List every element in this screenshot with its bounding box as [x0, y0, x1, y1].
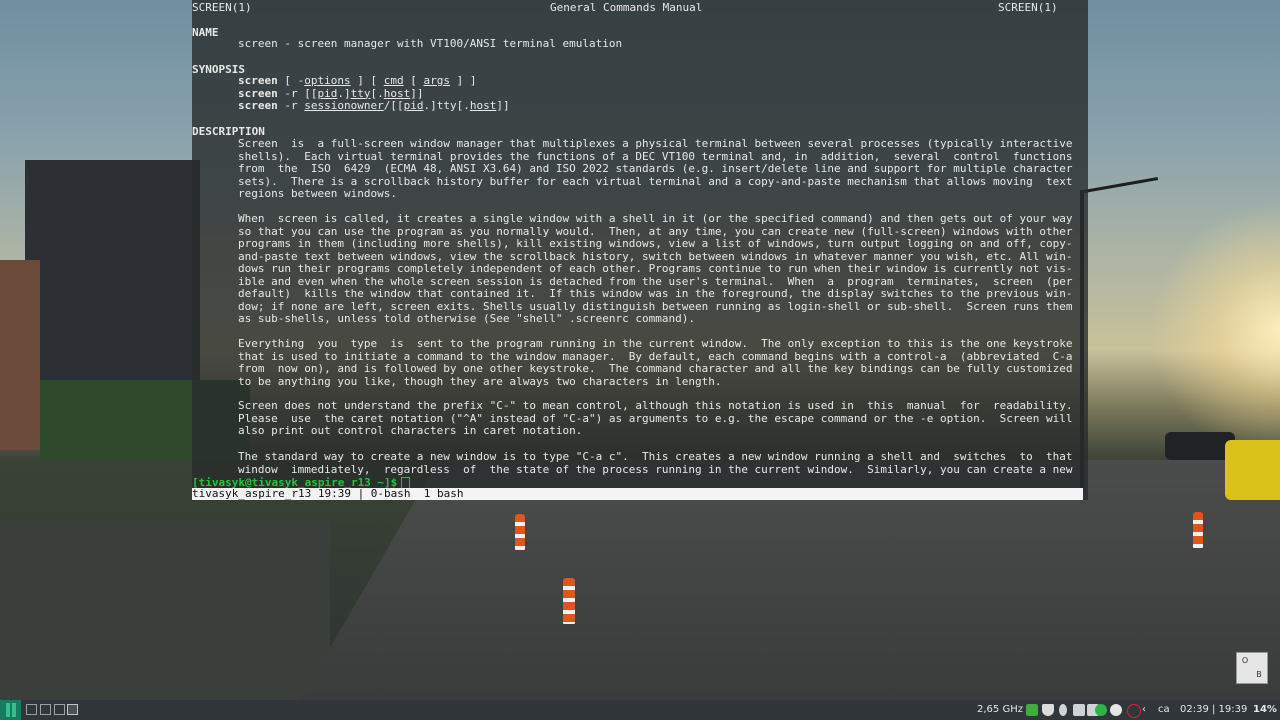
check-icon[interactable]	[1095, 704, 1107, 716]
updates-icon[interactable]	[1026, 704, 1038, 716]
description-line: When screen is called, it creates a sing…	[238, 212, 1073, 225]
description-line: from the ISO 6429 (ECMA 48, ANSI X3.64) …	[238, 162, 1073, 175]
manjaro-logo-bar	[5, 703, 10, 717]
notification-icon[interactable]	[1127, 704, 1141, 718]
synopsis-token: tty	[350, 86, 371, 100]
wallpaper-cone	[1193, 512, 1203, 548]
synopsis-token: screen	[238, 99, 278, 112]
name-heading: NAME	[192, 26, 219, 39]
wallpaper-building	[25, 160, 200, 400]
desktop-4-button[interactable]	[67, 704, 78, 715]
wallpaper-sun	[1150, 200, 1280, 460]
keyboard-layout[interactable]: ca	[1158, 700, 1170, 720]
synopsis-token: ]]	[410, 86, 424, 100]
synopsis-token: ] ]	[449, 74, 477, 87]
description-line: to be anything you like, though they are…	[238, 374, 722, 388]
synopsis-token: pid	[403, 99, 424, 112]
synopsis-token: host	[383, 86, 411, 100]
description-line: Everything you type is sent to the progr…	[238, 337, 1073, 350]
synopsis-token: cmd	[383, 74, 404, 87]
description-line: Screen does not understand the prefix "C…	[238, 399, 1073, 412]
synopsis-token: /[[	[383, 99, 404, 112]
wallpaper-truck	[1225, 440, 1280, 500]
kbd-widget-key: B	[1256, 670, 1262, 679]
clock[interactable]: 02:39 | 19:39	[1180, 700, 1247, 720]
synopsis-token: ] [	[350, 74, 384, 87]
wallpaper-cone	[515, 514, 525, 550]
synopsis-token: .]tty[.	[423, 99, 470, 112]
description-line: dows run their programs completely indep…	[238, 262, 1073, 275]
synopsis-line: screen -r sessionowner/[[pid.]tty[.host]…	[238, 99, 1058, 113]
kbd-widget-key: O	[1241, 656, 1249, 665]
description-line: programs in them (including more shells)…	[238, 237, 1073, 250]
synopsis-token: -r [[	[277, 86, 318, 100]
bluetooth-icon[interactable]	[1059, 704, 1067, 716]
description-line: The standard way to create a new window …	[238, 450, 1073, 463]
wallpaper-road-left	[0, 520, 330, 700]
description-line: from now on), and is followed by one oth…	[238, 362, 1073, 375]
synopsis-token: -r	[277, 99, 305, 112]
synopsis-token: screen	[238, 86, 278, 100]
name-line: screen - screen manager with VT100/ANSI …	[238, 37, 623, 50]
synopsis-token: screen	[238, 74, 278, 87]
wallpaper-cone	[563, 578, 575, 624]
screen-status-bar: tivasyk_aspire_r13 19:39 | 0-bash 1 bash	[192, 488, 1083, 500]
synopsis-token: pid	[317, 86, 338, 100]
description-line: window immediately, regardless of the st…	[238, 462, 1073, 476]
description-line: as sub-shells, unless told otherwise (Se…	[238, 312, 695, 325]
wallpaper-house	[0, 260, 40, 450]
keyboard-widget[interactable]: O B	[1236, 652, 1268, 684]
chevron-up-icon[interactable]: ‹	[1142, 700, 1146, 720]
volume-icon[interactable]	[1073, 704, 1085, 716]
desktop-2-button[interactable]	[40, 704, 51, 715]
man-header-left: SCREEN(1)	[192, 1, 252, 14]
synopsis-token: ]]	[496, 99, 510, 112]
synopsis-token: options	[304, 74, 351, 87]
application-menu-button[interactable]	[0, 700, 21, 720]
synopsis-token: [	[403, 74, 424, 87]
description-line: Screen is a full-screen window manager t…	[238, 137, 1073, 150]
description-line: also print out control characters in car…	[238, 424, 583, 437]
terminal-window[interactable]: SCREEN(1) General Commands Manual SCREEN…	[192, 0, 1088, 500]
synopsis-token: [ -	[277, 74, 305, 87]
desktop-3-button[interactable]	[54, 704, 65, 715]
cpu-frequency: 2,65 GHz	[977, 704, 1023, 715]
wifi-icon[interactable]	[1042, 704, 1054, 716]
desktop-1-button[interactable]	[26, 704, 37, 715]
description-line: default) kills the window that contained…	[238, 287, 1073, 300]
synopsis-token: .]	[337, 86, 351, 100]
synopsis-token: sessionowner	[304, 99, 384, 112]
man-header-center: General Commands Manual	[550, 1, 703, 14]
man-page: SCREEN(1) General Commands Manual SCREEN…	[192, 0, 1088, 476]
description-line: regions between windows.	[238, 187, 397, 200]
steam-icon[interactable]	[1110, 704, 1122, 716]
synopsis-token: host	[469, 99, 497, 112]
man-header-right: SCREEN(1)	[998, 1, 1058, 14]
wallpaper-light-arm	[1083, 176, 1159, 193]
synopsis-token: args	[423, 74, 450, 87]
taskbar-panel: 2,65 GHz ‹ ca 02:39 | 19:39 14%	[0, 700, 1280, 720]
battery-percent: 14%	[1253, 704, 1277, 715]
manjaro-logo-bar	[11, 703, 16, 717]
synopsis-token: [.	[370, 86, 384, 100]
